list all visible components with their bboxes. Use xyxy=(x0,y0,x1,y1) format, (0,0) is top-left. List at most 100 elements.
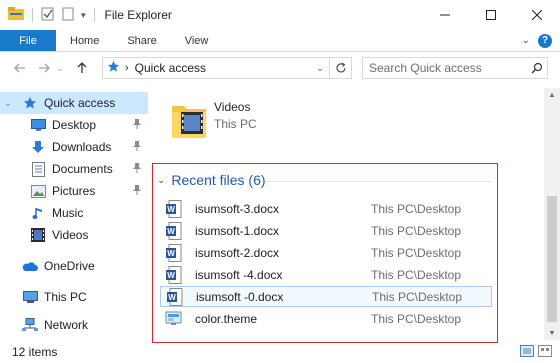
search-box[interactable]: Search Quick access xyxy=(362,57,548,79)
file-name: isumsoft-1.docx xyxy=(195,223,280,238)
sidebar-item-network[interactable]: Network xyxy=(0,314,148,336)
recent-file-row[interactable]: W isumsoft-2.docx This PC\Desktop xyxy=(160,242,492,263)
folder-tile-videos[interactable]: Videos This PC xyxy=(172,98,257,143)
group-divider xyxy=(265,181,491,182)
window-title: File Explorer xyxy=(104,8,172,22)
recent-locations-button[interactable]: ⌄ xyxy=(54,58,66,78)
recent-file-row[interactable]: W isumsoft -4.docx This PC\Desktop xyxy=(160,264,492,285)
address-dropdown-icon[interactable]: ⌄ xyxy=(311,58,329,78)
file-location: This PC\Desktop xyxy=(371,267,462,282)
recent-files-group-header[interactable]: ⌄ Recent files (6) xyxy=(157,172,266,188)
address-bar[interactable]: › Quick access ⌄ xyxy=(102,57,330,79)
file-name: isumsoft -0.docx xyxy=(196,289,284,304)
word-doc-icon: W xyxy=(163,265,185,284)
onedrive-icon xyxy=(22,258,38,274)
videos-folder-icon xyxy=(172,98,206,143)
recent-file-row[interactable]: W isumsoft-1.docx This PC\Desktop xyxy=(160,220,492,241)
folder-tile-text: Videos This PC xyxy=(214,100,257,143)
expand-ribbon-icon[interactable]: ⌄ xyxy=(522,35,530,46)
recent-file-row[interactable]: color.theme This PC\Desktop xyxy=(160,308,492,329)
folder-app-icon xyxy=(8,6,24,24)
scroll-down-arrow-icon[interactable]: ▼ xyxy=(544,326,560,340)
recent-file-row-hovered[interactable]: W isumsoft -0.docx This PC\Desktop xyxy=(160,286,492,307)
word-doc-icon: W xyxy=(163,199,185,218)
tab-share[interactable]: Share xyxy=(113,30,170,51)
theme-file-icon xyxy=(163,311,185,327)
music-icon xyxy=(30,205,46,221)
folder-name: Videos xyxy=(214,100,251,114)
refresh-button[interactable] xyxy=(330,57,352,79)
vertical-scrollbar[interactable]: ▲ ▼ xyxy=(544,88,560,340)
large-icons-view-icon[interactable] xyxy=(538,345,552,360)
maximize-icon xyxy=(486,10,496,20)
pin-icon xyxy=(132,140,142,155)
maximize-button[interactable] xyxy=(468,0,514,30)
tab-file[interactable]: File xyxy=(0,30,56,51)
breadcrumb-separator-icon: › xyxy=(125,62,129,74)
new-folder-icon[interactable] xyxy=(61,7,75,24)
search-icon[interactable] xyxy=(527,62,547,74)
sidebar-item-documents[interactable]: Documents xyxy=(0,158,148,180)
sidebar-item-label: Network xyxy=(44,318,89,332)
documents-icon xyxy=(30,161,46,177)
sidebar-item-label: Music xyxy=(52,206,84,220)
sidebar-item-this-pc[interactable]: This PC xyxy=(0,286,148,308)
back-arrow-icon xyxy=(14,63,25,73)
toolbar-divider xyxy=(93,8,95,22)
sidebar-item-videos[interactable]: Videos xyxy=(0,224,148,246)
sidebar-item-downloads[interactable]: Downloads xyxy=(0,136,148,158)
sidebar-item-onedrive[interactable]: OneDrive xyxy=(0,255,148,277)
close-button[interactable] xyxy=(514,0,560,30)
file-location: This PC\Desktop xyxy=(371,201,462,216)
tab-view[interactable]: View xyxy=(171,30,223,51)
sidebar-item-label: OneDrive xyxy=(44,259,95,273)
group-collapse-chevron-icon[interactable]: ⌄ xyxy=(157,175,165,186)
properties-icon[interactable] xyxy=(41,7,55,24)
sidebar-item-pictures[interactable]: Pictures xyxy=(0,180,148,202)
status-bar: 12 items xyxy=(0,340,560,363)
help-icon[interactable]: ? xyxy=(538,33,552,48)
sidebar-item-label: This PC xyxy=(44,290,87,304)
forward-button[interactable] xyxy=(34,58,54,78)
sidebar-item-label: Downloads xyxy=(52,140,112,154)
network-icon xyxy=(22,317,38,333)
sidebar-item-label: Desktop xyxy=(52,118,97,132)
window-controls xyxy=(422,0,560,30)
file-name: color.theme xyxy=(195,311,258,326)
scroll-up-arrow-icon[interactable]: ▲ xyxy=(544,88,560,102)
star-icon xyxy=(22,95,38,111)
tab-home[interactable]: Home xyxy=(56,30,113,51)
svg-text:W: W xyxy=(168,293,176,302)
svg-text:W: W xyxy=(167,205,175,214)
sidebar-item-label: Videos xyxy=(52,228,89,242)
sidebar-item-label: Documents xyxy=(52,162,113,176)
pin-icon xyxy=(132,162,142,177)
search-input[interactable]: Search Quick access xyxy=(369,61,527,75)
folder-location: This PC xyxy=(214,117,257,131)
file-location: This PC\Desktop xyxy=(372,289,463,304)
close-icon xyxy=(532,10,542,20)
ribbon-tabs: File Home Share View ⌄ ? xyxy=(0,30,560,52)
file-location: This PC\Desktop xyxy=(371,223,462,238)
customize-toolbar-icon[interactable]: ▾ xyxy=(81,10,86,21)
sidebar-item-music[interactable]: Music xyxy=(0,202,148,224)
navigation-pane: ⌄ Quick access Desktop Downloads Documen… xyxy=(0,88,148,340)
scrollbar-thumb[interactable] xyxy=(547,196,557,322)
file-location: This PC\Desktop xyxy=(371,245,462,260)
word-doc-icon: W xyxy=(164,287,186,306)
back-button[interactable] xyxy=(10,58,30,78)
collapse-chevron-icon[interactable]: ⌄ xyxy=(4,98,14,109)
file-name: isumsoft -4.docx xyxy=(195,267,283,282)
svg-text:W: W xyxy=(167,249,175,258)
sidebar-item-quick-access[interactable]: ⌄ Quick access xyxy=(0,92,148,114)
up-button[interactable] xyxy=(72,58,92,78)
details-view-icon[interactable] xyxy=(520,345,534,360)
breadcrumb[interactable]: Quick access xyxy=(135,61,206,75)
sidebar-item-desktop[interactable]: Desktop xyxy=(0,114,148,136)
pin-icon xyxy=(132,118,142,133)
recent-file-row[interactable]: W isumsoft-3.docx This PC\Desktop xyxy=(160,198,492,219)
up-arrow-icon xyxy=(77,62,87,73)
content-pane: Videos This PC ⌄ Recent files (6) W isum… xyxy=(148,88,544,343)
pc-icon xyxy=(22,289,38,305)
minimize-button[interactable] xyxy=(422,0,468,30)
